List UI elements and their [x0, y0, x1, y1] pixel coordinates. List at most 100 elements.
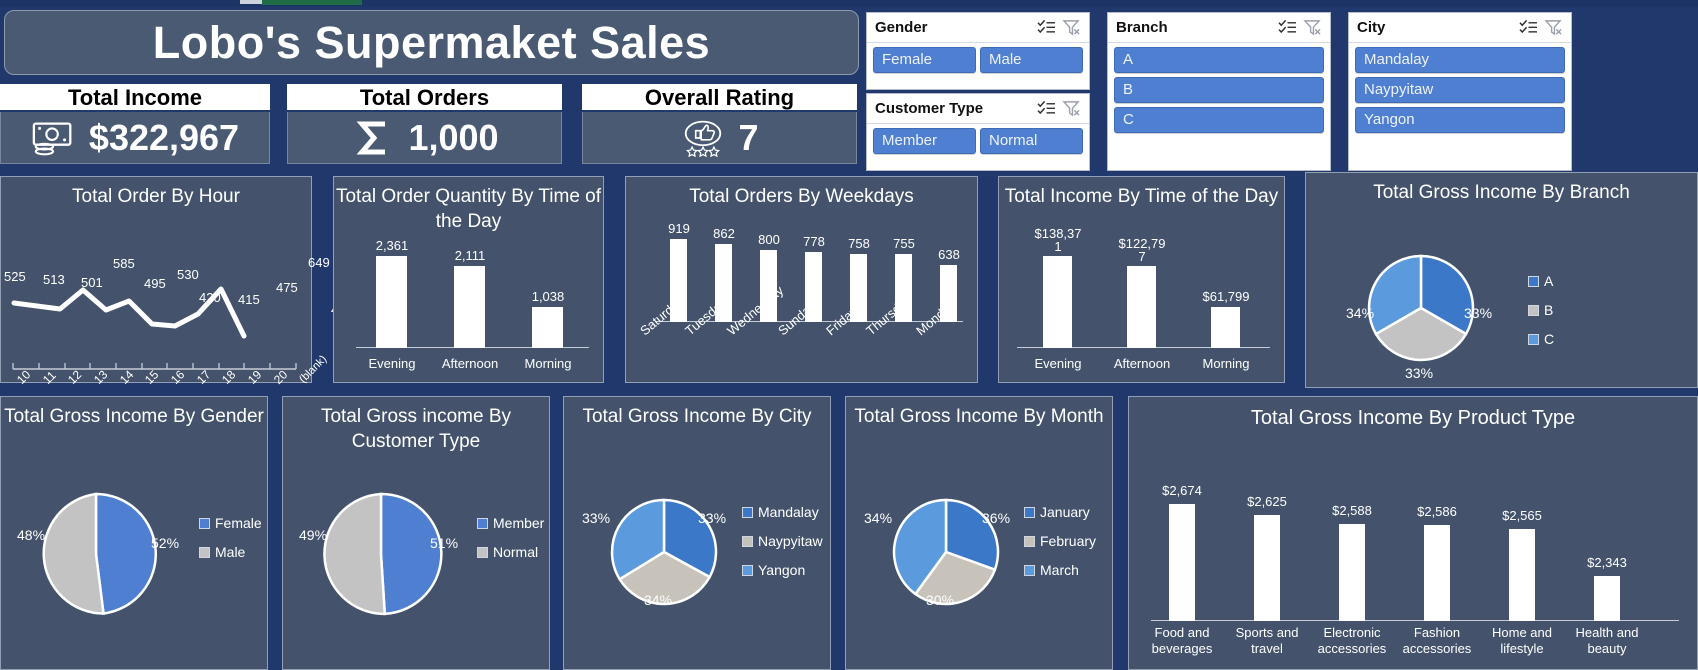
slicer-gender[interactable]: Gender Female Male — [866, 12, 1090, 90]
sheet-tab-active — [262, 0, 362, 5]
x-axis-category: Food and beverages — [1151, 624, 1213, 656]
legend-swatch — [742, 506, 753, 518]
bar[interactable] — [1211, 307, 1240, 348]
kpi-body-total-income: $322,967 — [0, 112, 270, 164]
bar-value-label: $138,37 1 — [1023, 226, 1093, 254]
chart-total-orders-by-weekdays[interactable]: Total Orders By Weekdays 919 862 800 778… — [625, 176, 978, 383]
legend-item: Female — [199, 515, 262, 531]
chart-total-order-quantity-by-time-of-day[interactable]: Total Order Quantity By Time of the Day … — [333, 176, 604, 383]
slicer-item-b[interactable]: B — [1114, 77, 1324, 103]
chart-total-gross-income-by-branch[interactable]: Total Gross Income By Branch 34% 33% 33%… — [1305, 172, 1698, 388]
legend-swatch — [1024, 506, 1035, 518]
clear-filter-icon[interactable] — [1303, 19, 1322, 36]
multi-select-icon[interactable] — [1519, 19, 1538, 36]
slicer-city[interactable]: City Mandalay Naypyitaw Yangon — [1348, 12, 1572, 171]
clear-filter-icon[interactable] — [1062, 19, 1081, 36]
clear-filter-icon[interactable] — [1062, 100, 1081, 117]
kpi-label-total-orders: Total Orders — [287, 84, 562, 112]
slicer-item-male[interactable]: Male — [980, 47, 1083, 73]
chart-total-income-by-time-of-day[interactable]: Total Income By Time of the Day $138,37 … — [998, 176, 1285, 383]
slicer-items-branch: A B C — [1108, 43, 1330, 139]
bar[interactable] — [1254, 515, 1280, 621]
chart-title: Total Gross Income By City — [582, 406, 812, 427]
slicer-items-city: Mandalay Naypyitaw Yangon — [1349, 43, 1571, 139]
slicer-item-mandalay[interactable]: Mandalay — [1355, 47, 1565, 73]
chart-title: Total Gross Income By Month — [854, 406, 1104, 427]
bar[interactable] — [454, 266, 485, 348]
bar[interactable] — [1043, 256, 1072, 348]
clear-filter-icon[interactable] — [1544, 19, 1563, 36]
x-axis-category: Evening — [1034, 356, 1082, 371]
legend-swatch — [199, 546, 210, 558]
x-axis-category: Morning — [524, 356, 572, 371]
pie-legend: Mandalay Naypyitaw Yangon — [742, 504, 823, 578]
pie-legend: Female Male — [199, 515, 262, 560]
pie-slice-label: 52% — [151, 535, 180, 551]
legend-item: Member — [477, 515, 544, 531]
bar[interactable] — [1509, 529, 1535, 621]
legend-label: Member — [493, 515, 545, 531]
slicer-item-c[interactable]: C — [1114, 107, 1324, 133]
dashboard-canvas: Lobo's Supermaket Sales Total Income $32… — [0, 0, 1698, 670]
legend-label: February — [1040, 533, 1097, 549]
point-label: 530 — [177, 267, 199, 282]
bar[interactable] — [1594, 576, 1620, 621]
chart-total-gross-income-by-city[interactable]: Total Gross Income By City 33% 33% 34% M… — [563, 396, 831, 670]
workbook-top-strip — [0, 0, 1698, 7]
chart-total-order-by-hour[interactable]: Total Order By Hour 525 513 501 585 495 … — [0, 176, 353, 387]
bar[interactable] — [1424, 525, 1450, 621]
kpi-label-total-income: Total Income — [0, 84, 270, 112]
bar[interactable] — [1169, 504, 1195, 621]
legend-label: March — [1040, 562, 1079, 578]
kpi-card-overall-rating: Overall Rating 7 — [582, 84, 857, 164]
slicer-branch[interactable]: Branch A B C — [1107, 12, 1331, 171]
slicer-item-member[interactable]: Member — [873, 128, 976, 154]
slicer-title-branch: Branch — [1116, 19, 1168, 36]
line-series — [11, 286, 297, 370]
bar[interactable] — [532, 307, 563, 348]
x-axis-category: Home and lifestyle — [1492, 624, 1552, 656]
pie-slice-label: 33% — [698, 510, 727, 526]
bar-plot-area: 2,361 2,111 1,038 Evening Afternoon Morn… — [334, 177, 603, 382]
bar-value-label: 2,361 — [375, 238, 409, 253]
legend-item: Yangon — [742, 562, 823, 578]
multi-select-icon[interactable] — [1278, 19, 1297, 36]
bar-value-label: 1,038 — [531, 289, 565, 304]
legend-swatch — [199, 517, 210, 529]
kpi-body-total-orders: 1,000 — [287, 112, 562, 164]
slicer-item-normal[interactable]: Normal — [980, 128, 1083, 154]
bar[interactable] — [1339, 524, 1365, 621]
chart-total-gross-income-by-month[interactable]: Total Gross Income By Month 34% 36% 30% … — [845, 396, 1113, 670]
slicer-items-customer-type: Member Normal — [867, 124, 1089, 160]
chart-title: Total Order By Hour — [72, 186, 240, 207]
slicer-customer-type[interactable]: Customer Type Member Normal — [866, 93, 1090, 171]
legend-swatch — [1024, 535, 1035, 547]
chart-total-gross-income-by-product-type[interactable]: Total Gross Income By Product Type $2,67… — [1128, 396, 1698, 670]
multi-select-icon[interactable] — [1037, 19, 1056, 36]
pie-slice-label: 36% — [982, 510, 1011, 526]
chart-total-gross-income-by-gender[interactable]: Total Gross Income By Gender 48% 52% Fem… — [0, 396, 268, 670]
slicer-item-a[interactable]: A — [1114, 47, 1324, 73]
line-plot-area: 525 513 501 585 495 530 420 415 475 649 … — [1, 211, 353, 387]
page-title-card: Lobo's Supermaket Sales — [4, 10, 859, 75]
bar-value-label: $2,565 — [1502, 508, 1542, 523]
multi-select-icon[interactable] — [1037, 100, 1056, 117]
slicer-item-female[interactable]: Female — [873, 47, 976, 73]
pie-slice-label: 34% — [1346, 305, 1375, 321]
sheet-tab-highlight — [240, 0, 264, 4]
bar[interactable] — [376, 256, 407, 348]
legend-label: Mandalay — [758, 504, 819, 520]
bar-value-label: $2,588 — [1332, 503, 1372, 518]
bar-value-label: $122,79 7 — [1107, 236, 1177, 264]
slicer-header-gender: Gender — [867, 13, 1089, 43]
kpi-card-total-income: Total Income $322,967 — [0, 84, 270, 164]
slicer-item-yangon[interactable]: Yangon — [1355, 107, 1565, 133]
legend-swatch — [1528, 333, 1539, 345]
pie-series — [42, 492, 157, 615]
bar[interactable] — [1127, 266, 1156, 348]
slicer-item-naypyitaw[interactable]: Naypyitaw — [1355, 77, 1565, 103]
legend-label: Male — [215, 544, 246, 560]
slicer-title-city: City — [1357, 19, 1386, 36]
chart-total-gross-income-by-customer-type[interactable]: Total Gross income By Customer Type 49% … — [282, 396, 550, 670]
legend-item: Normal — [477, 544, 544, 560]
